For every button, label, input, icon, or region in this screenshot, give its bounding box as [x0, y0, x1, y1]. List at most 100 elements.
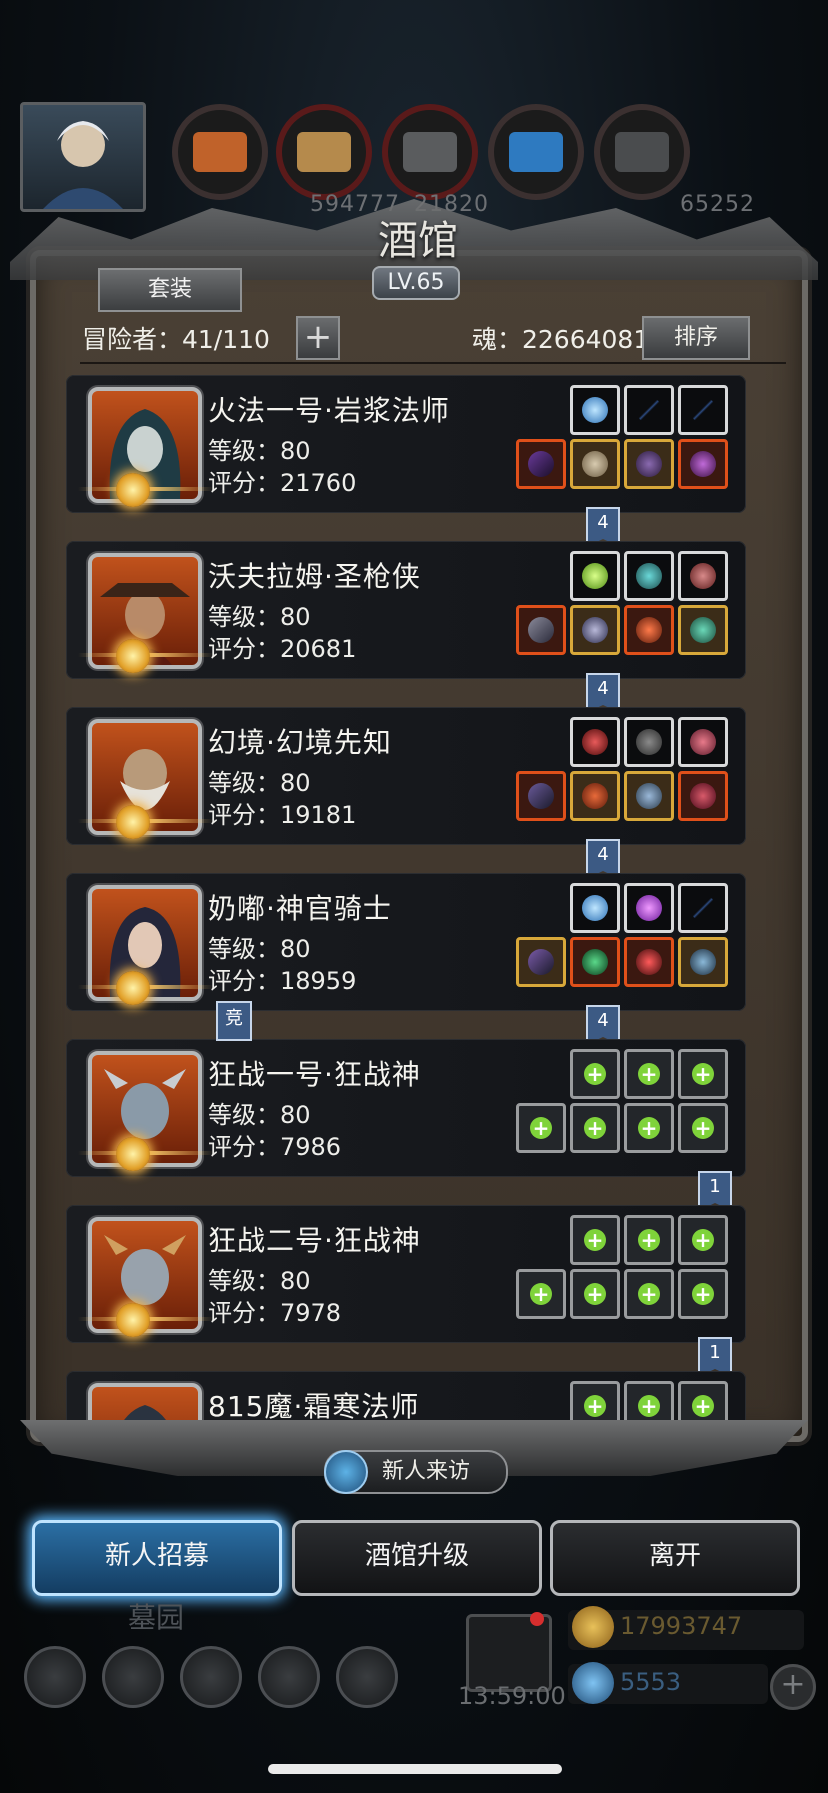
- ring-equipment-slot[interactable]: [678, 771, 728, 821]
- hero-score: 评分：19181: [208, 801, 357, 829]
- armor-icon: [582, 949, 608, 975]
- recruit-button[interactable]: 新人招募: [32, 1520, 282, 1596]
- weapon-equipment-slot[interactable]: [516, 439, 566, 489]
- player-avatar[interactable]: [20, 102, 146, 212]
- settings-gear-icon[interactable]: [24, 1646, 86, 1708]
- wood-resource-icon[interactable]: [172, 104, 268, 200]
- empty-equipment-slot[interactable]: +: [516, 1269, 566, 1319]
- mask-equipment-slot[interactable]: [624, 717, 674, 767]
- helmet-icon[interactable]: [102, 1646, 164, 1708]
- hero-card[interactable]: 奶嘟·神官骑士 等级：80 评分：18959: [66, 873, 746, 1011]
- star-emblem-icon: [116, 1137, 150, 1171]
- hero-card[interactable]: 火法一号·岩浆法师 等级：80 评分：21760: [66, 375, 746, 513]
- charm-equipment-slot[interactable]: [570, 717, 620, 767]
- gift-box-icon[interactable]: [466, 1614, 552, 1692]
- empty-equipment-slot[interactable]: +: [516, 1103, 566, 1153]
- hero-card[interactable]: 狂战一号·狂战神 等级：80 评分：7986 + + + + + + +: [66, 1039, 746, 1177]
- star-emblem-icon: [116, 473, 150, 507]
- empty-equipment-slot[interactable]: +: [678, 1049, 728, 1099]
- plus-icon: +: [530, 1117, 552, 1139]
- plus-icon: +: [584, 1283, 606, 1305]
- empty-equipment-slot[interactable]: +: [624, 1103, 674, 1153]
- empty-equipment-slot[interactable]: +: [570, 1103, 620, 1153]
- mail-icon[interactable]: [258, 1646, 320, 1708]
- iron-resource-icon[interactable]: [382, 104, 478, 200]
- home-indicator[interactable]: [268, 1764, 562, 1774]
- empty-equipment-slot[interactable]: +: [624, 1049, 674, 1099]
- weapon-equipment-slot[interactable]: [516, 771, 566, 821]
- hero-card[interactable]: 幻境·幻境先知 等级：80 评分：19181: [66, 707, 746, 845]
- hero-name: 815魔·霜寒法师: [208, 1390, 420, 1423]
- pouch-equipment-slot[interactable]: [678, 551, 728, 601]
- leave-button[interactable]: 离开: [550, 1520, 800, 1596]
- amulet-equipment-slot[interactable]: [624, 937, 674, 987]
- hero-card[interactable]: 沃夫拉姆·圣枪侠 等级：80 评分：20681: [66, 541, 746, 679]
- ring-equipment-slot[interactable]: [678, 439, 728, 489]
- plus-icon: +: [584, 1229, 606, 1251]
- staff-icon: [528, 451, 554, 477]
- hero-level: 等级：80: [208, 1267, 311, 1295]
- plus-icon: +: [584, 1395, 606, 1417]
- amulet-equipment-slot[interactable]: [624, 605, 674, 655]
- armor-equipment-slot[interactable]: [570, 439, 620, 489]
- empty-equipment-slot[interactable]: +: [570, 1049, 620, 1099]
- ring-equipment-slot[interactable]: [678, 605, 728, 655]
- weapon-equipment-slot[interactable]: [516, 937, 566, 987]
- plus-icon: +: [692, 1229, 714, 1251]
- amulet-equipment-slot[interactable]: [624, 771, 674, 821]
- star-emblem-icon: [116, 1303, 150, 1337]
- plus-icon: +: [530, 1283, 552, 1305]
- orb-equipment-slot[interactable]: [570, 883, 620, 933]
- weapon-equipment-slot[interactable]: [516, 605, 566, 655]
- tower-icon[interactable]: [180, 1646, 242, 1708]
- crystal-resource-icon[interactable]: [488, 104, 584, 200]
- gem-amount: 5553: [620, 1668, 682, 1696]
- plus-icon: +: [638, 1395, 660, 1417]
- suit-button[interactable]: 套装: [98, 268, 242, 312]
- hero-card[interactable]: 狂战二号·狂战神 等级：80 评分：7978 + + + + + + +: [66, 1205, 746, 1343]
- gold-coin-icon: [572, 1606, 614, 1648]
- player-avatar-icon: [43, 121, 123, 209]
- hero-score: 评分：20681: [208, 635, 357, 663]
- empty-equipment-slot[interactable]: +: [678, 1269, 728, 1319]
- bow-equipment-slot[interactable]: [678, 385, 728, 435]
- bow-icon: [690, 397, 716, 423]
- hero-list[interactable]: 火法一号·岩浆法师 等级：80 评分：21760 4 沃夫拉姆·圣枪侠 等级：8…: [66, 375, 766, 1435]
- empty-equipment-slot[interactable]: +: [678, 1215, 728, 1265]
- sort-button[interactable]: 排序: [642, 316, 750, 360]
- empty-equipment-slot[interactable]: +: [678, 1103, 728, 1153]
- upgrade-tavern-button[interactable]: 酒馆升级: [292, 1520, 542, 1596]
- bow-equipment-slot[interactable]: [624, 385, 674, 435]
- plank-resource-icon[interactable]: [276, 104, 372, 200]
- stone-icon: [636, 563, 662, 589]
- add-slot-button[interactable]: +: [296, 316, 340, 360]
- plus-icon: +: [692, 1117, 714, 1139]
- charm-icon: [582, 729, 608, 755]
- plus-icon: +: [638, 1229, 660, 1251]
- armor-equipment-slot[interactable]: [570, 937, 620, 987]
- empty-equipment-slot[interactable]: +: [624, 1269, 674, 1319]
- empty-equipment-slot[interactable]: +: [624, 1215, 674, 1265]
- top-resource-row: 594777 21820 65252: [20, 100, 808, 217]
- amulet-equipment-slot[interactable]: [624, 439, 674, 489]
- hero-name: 奶嘟·神官骑士: [208, 892, 392, 925]
- hero-name: 沃夫拉姆·圣枪侠: [208, 560, 421, 593]
- ring-equipment-slot[interactable]: [678, 937, 728, 987]
- bow-equipment-slot[interactable]: [678, 883, 728, 933]
- gem-equipment-slot[interactable]: [624, 883, 674, 933]
- empty-equipment-slot[interactable]: +: [570, 1269, 620, 1319]
- new-visitor-button[interactable]: 新人来访: [324, 1450, 508, 1494]
- orb-equipment-slot[interactable]: [570, 385, 620, 435]
- armor-equipment-slot[interactable]: [570, 605, 620, 655]
- potion-equipment-slot[interactable]: [570, 551, 620, 601]
- armor-equipment-slot[interactable]: [570, 771, 620, 821]
- staff-icon: [528, 949, 554, 975]
- plus-icon: +: [584, 1063, 606, 1085]
- shield-icon[interactable]: [336, 1646, 398, 1708]
- steel-resource-icon[interactable]: [594, 104, 690, 200]
- gift-timer: 13:59:00: [458, 1682, 566, 1710]
- totem-equipment-slot[interactable]: [678, 717, 728, 767]
- stone-equipment-slot[interactable]: [624, 551, 674, 601]
- empty-equipment-slot[interactable]: +: [570, 1215, 620, 1265]
- add-gem-button[interactable]: +: [770, 1664, 816, 1710]
